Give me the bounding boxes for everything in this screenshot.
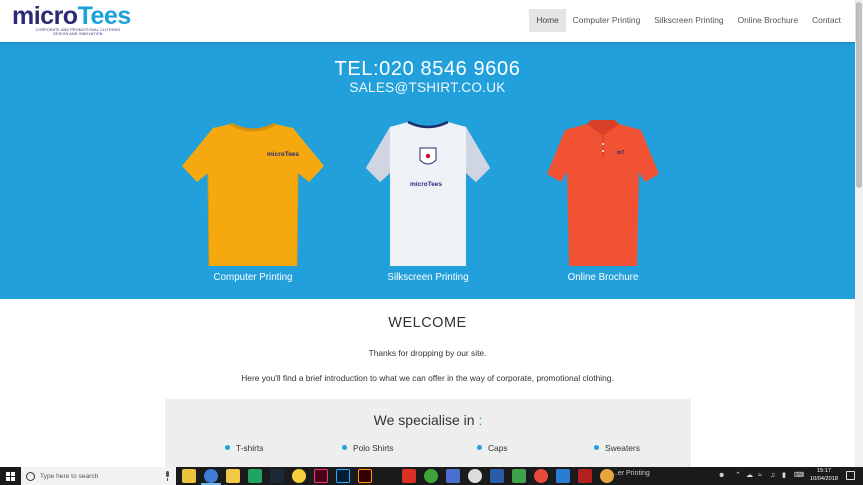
product-label[interactable]: Computer Printing <box>173 272 333 283</box>
bullet-icon <box>342 445 347 450</box>
product-label[interactable]: Silkscreen Printing <box>348 272 508 283</box>
windows-logo-icon <box>6 471 15 481</box>
volume-icon[interactable]: ♫ <box>770 471 775 481</box>
shirt-logo-text: microTees <box>267 151 299 158</box>
nav-home[interactable]: Home <box>529 9 566 32</box>
nav-contact[interactable]: Contact <box>805 9 848 32</box>
network-icon[interactable] <box>512 469 526 483</box>
folder-icon[interactable] <box>226 469 240 483</box>
specialise-title-text: We specialise in <box>373 412 475 428</box>
specialise-item-polo-shirts: Polo Shirts <box>342 443 394 453</box>
welcome-description: Here you'll find a brief introduction to… <box>241 373 614 383</box>
cortana-icon <box>26 471 35 481</box>
taskbar-search-box[interactable]: Type here to search <box>21 467 176 485</box>
brand-logo[interactable]: microTees CORPORATE AND PROMOTIONAL CLOT… <box>12 3 142 37</box>
hero-banner: TEL:020 8546 9606 SALES@TSHIRT.CO.UK mic… <box>0 42 855 299</box>
people-icon[interactable]: ☻ <box>718 471 725 481</box>
welcome-intro: Thanks for dropping by our site. <box>368 348 487 358</box>
clock-date[interactable]: 10/04/2018 <box>806 476 842 482</box>
logo-wordmark: microTees <box>12 3 131 29</box>
red-polo-shirt-image: mT <box>547 120 659 266</box>
powershell-icon[interactable] <box>490 469 504 483</box>
specialise-item-caps: Caps <box>477 443 508 453</box>
product-label[interactable]: Online Brochure <box>523 272 683 283</box>
logo-tagline: CORPORATE AND PROMOTIONAL CLOTHING DESIG… <box>35 28 121 36</box>
product-silkscreen-printing[interactable]: microTees Silkscreen Printing <box>348 118 508 290</box>
photoshop-icon[interactable] <box>336 469 350 483</box>
logo-word-tees: Tees <box>77 2 132 30</box>
file-explorer-icon[interactable] <box>182 469 196 483</box>
main-nav: Home Computer Printing Silkscreen Printi… <box>529 9 848 32</box>
microphone-icon[interactable] <box>165 471 170 481</box>
bullet-icon <box>594 445 599 450</box>
windows-taskbar: Type here to search ...er Printing ☻ ⌃ ☁… <box>0 467 863 485</box>
sticky-icon[interactable] <box>292 469 306 483</box>
specialise-heading: We specialise in : <box>165 412 691 428</box>
chrome-icon[interactable] <box>204 469 218 483</box>
phone-number[interactable]: TEL:020 8546 9606 <box>0 58 855 81</box>
welcome-heading: WELCOME <box>388 315 467 331</box>
edge-icon[interactable] <box>424 469 438 483</box>
page-scrollbar[interactable] <box>855 0 863 467</box>
taskbar-window-caption: ...er Printing <box>612 470 650 477</box>
filezilla-icon[interactable] <box>578 469 592 483</box>
drive-icon[interactable] <box>248 469 262 483</box>
bullet-icon <box>225 445 230 450</box>
product-computer-printing[interactable]: microTees Computer Printing <box>173 118 333 290</box>
search-placeholder: Type here to search <box>40 472 99 480</box>
action-center-icon[interactable] <box>846 471 855 480</box>
chevron-up-icon[interactable]: ⌃ <box>735 471 741 481</box>
steam-icon[interactable] <box>270 469 284 483</box>
product-online-brochure[interactable]: mT Online Brochure <box>523 118 683 290</box>
sales-email[interactable]: SALES@TSHIRT.CO.UK <box>0 80 855 95</box>
onedrive-icon[interactable]: ☁ <box>746 471 753 481</box>
white-football-shirt-image: microTees <box>366 120 490 266</box>
clock-time[interactable]: 15:17 <box>808 468 840 474</box>
bullet-icon <box>477 445 482 450</box>
specialise-panel: We specialise in : T-shirts Polo Shirts … <box>165 399 691 467</box>
chrome-alt-icon[interactable] <box>534 469 548 483</box>
indesign-icon[interactable] <box>314 469 328 483</box>
nav-computer-printing[interactable]: Computer Printing <box>566 9 648 32</box>
specialise-colon: : <box>478 412 483 428</box>
music-icon[interactable] <box>446 469 460 483</box>
logo-word-micro: micro <box>12 2 78 30</box>
shirt-logo-text: microTees <box>410 181 442 188</box>
shirt-logo-text: mT <box>617 150 625 156</box>
illustrator-icon[interactable] <box>358 469 372 483</box>
yellow-tshirt-image: microTees <box>182 122 324 267</box>
specialise-item-sweaters: Sweaters <box>594 443 640 453</box>
nav-online-brochure[interactable]: Online Brochure <box>731 9 806 32</box>
battery-icon[interactable]: ▮ <box>782 471 786 481</box>
nav-silkscreen-printing[interactable]: Silkscreen Printing <box>647 9 730 32</box>
windows-start-button[interactable] <box>0 467 21 485</box>
specialise-item-tshirts: T-shirts <box>225 443 263 453</box>
doc-icon[interactable] <box>556 469 570 483</box>
notes-icon[interactable] <box>468 469 482 483</box>
scrollbar-thumb[interactable] <box>856 2 862 188</box>
keyboard-icon[interactable]: ⌨ <box>794 471 804 481</box>
mail-icon[interactable] <box>402 469 416 483</box>
site-header: microTees CORPORATE AND PROMOTIONAL CLOT… <box>0 0 855 42</box>
wifi-icon[interactable]: ≈ <box>758 471 762 481</box>
